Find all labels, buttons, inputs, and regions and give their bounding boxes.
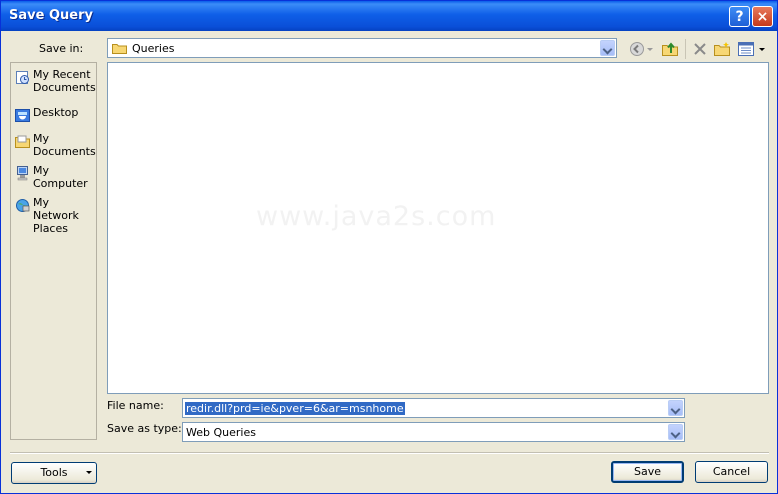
folder-icon <box>112 44 127 54</box>
close-button[interactable]: × <box>752 6 773 27</box>
save-in-value: Queries <box>132 42 175 55</box>
save-query-dialog: Save Query ? × Save in: Queries My Recen… <box>0 0 778 494</box>
file-name-value: redir.dll?prd=ie&pver=6&ar=msnhome <box>185 402 405 415</box>
tools-button-label: Tools <box>40 466 68 479</box>
place-recent-documents[interactable]: My Recent Documents <box>11 68 96 98</box>
cancel-button[interactable]: Cancel <box>695 461 768 483</box>
desktop-icon <box>15 109 30 122</box>
place-desktop[interactable]: Desktop <box>11 106 96 124</box>
new-folder-icon[interactable] <box>714 41 730 57</box>
delete-icon[interactable] <box>692 41 708 57</box>
chevron-down-icon <box>86 471 92 474</box>
toolbar-separator <box>685 39 686 59</box>
help-button[interactable]: ? <box>729 6 750 27</box>
place-label: My Recent Documents <box>33 68 96 94</box>
network-places-icon <box>16 199 30 212</box>
file-name-label: File name: <box>107 399 164 412</box>
place-label: My Computer <box>33 164 88 190</box>
up-one-level-icon[interactable] <box>662 41 678 57</box>
place-my-computer[interactable]: My Computer <box>11 164 96 194</box>
title-bar[interactable]: Save Query ? × <box>1 1 777 31</box>
window-title: Save Query <box>9 8 93 23</box>
save-in-label: Save in: <box>39 42 84 55</box>
save-as-type-label: Save as type: <box>107 422 182 435</box>
chevron-down-icon[interactable] <box>668 424 683 440</box>
tools-button[interactable]: Tools <box>11 462 97 484</box>
back-icon[interactable] <box>629 41 645 57</box>
chevron-down-icon[interactable] <box>668 400 683 416</box>
file-name-input[interactable]: redir.dll?prd=ie&pver=6&ar=msnhome <box>182 398 685 418</box>
places-bar: My Recent Documents Desktop My Documents <box>10 62 97 440</box>
place-my-documents[interactable]: My Documents <box>11 132 96 162</box>
save-as-type-dropdown[interactable]: Web Queries <box>182 422 685 442</box>
place-label: My Network Places <box>33 196 79 235</box>
my-documents-icon <box>15 135 30 148</box>
divider <box>10 452 769 454</box>
views-icon[interactable] <box>738 41 754 57</box>
place-network-places[interactable]: My Network Places <box>11 196 96 235</box>
save-in-dropdown[interactable]: Queries <box>107 38 617 58</box>
save-as-type-value: Web Queries <box>186 426 256 439</box>
back-dropdown-icon[interactable] <box>646 41 654 57</box>
my-computer-icon <box>17 166 28 181</box>
watermark: www.java2s.com <box>256 201 497 232</box>
place-label: My Documents <box>33 132 96 158</box>
chevron-down-icon[interactable] <box>600 40 615 56</box>
recent-documents-icon <box>16 71 29 84</box>
save-button[interactable]: Save <box>611 461 684 483</box>
place-label: Desktop <box>33 106 79 119</box>
views-dropdown-icon[interactable] <box>758 41 766 57</box>
